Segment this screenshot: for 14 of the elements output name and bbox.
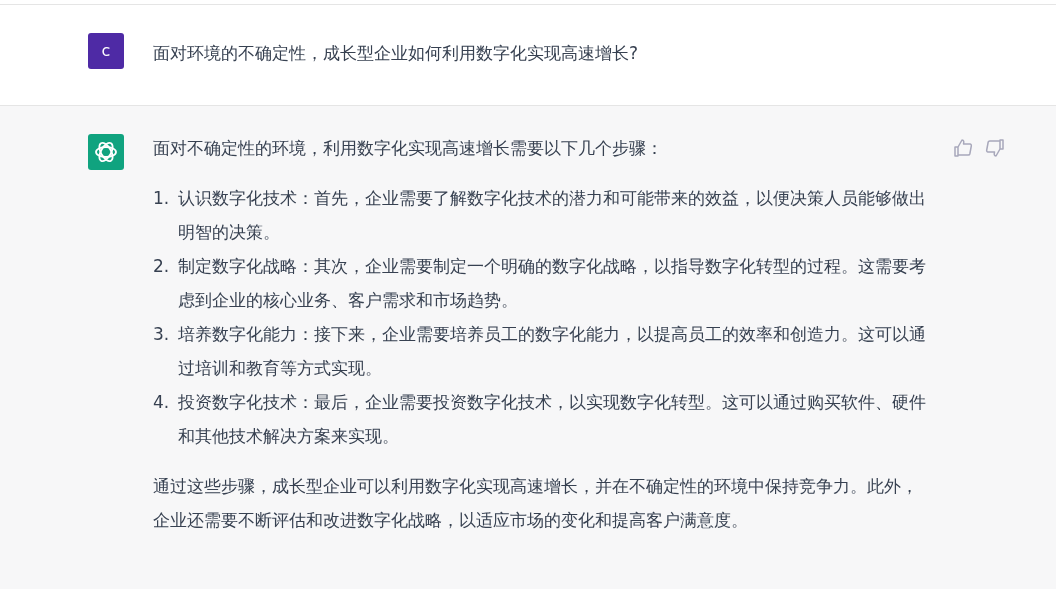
step-text: 制定数字化战略：其次，企业需要制定一个明确的数字化战略，以指导数字化转型的过程。这需要考虑到企业的核心业务、客户需求和市场趋势。 [178,255,927,312]
thumbs-up-icon[interactable] [953,138,973,158]
step-text: 投资数字化技术：最后，企业需要投资数字化技术，以实现数字化转型。这可以通过购买软件、硬件和其他技术解决方案来实现。 [178,391,927,448]
conclusion-text: 通过这些步骤，成长型企业可以利用数字化实现高速增长，并在不确定性的环境中保持竞争力。此外，企业还需要不断评估和改进数字化战略，以适应市场的变化和提高客户满意度。 [153,475,919,532]
step-number: 4. [153,391,171,414]
step-number: 1. [153,187,171,210]
step-number: 2. [153,255,171,278]
step-text: 认识数字化技术：首先，企业需要了解数字化技术的潜力和可能带来的效益，以便决策人员能够做出明智的决策。 [178,187,927,244]
step-number: 3. [153,323,171,346]
user-message: 面对环境的不确定性，成长型企业如何利用数字化实现高速增长? [153,43,639,63]
thumbs-down-icon[interactable] [985,138,1005,158]
step-text: 培养数字化能力：接下来，企业需要培养员工的数字化能力，以提高员工的效率和创造力。这可以通过培训和教育等方式实现。 [178,323,927,380]
intro-text: 面对不确定性的环境，利用数字化实现高速增长需要以下几个步骤： [153,137,664,160]
user-avatar: c [88,33,124,69]
